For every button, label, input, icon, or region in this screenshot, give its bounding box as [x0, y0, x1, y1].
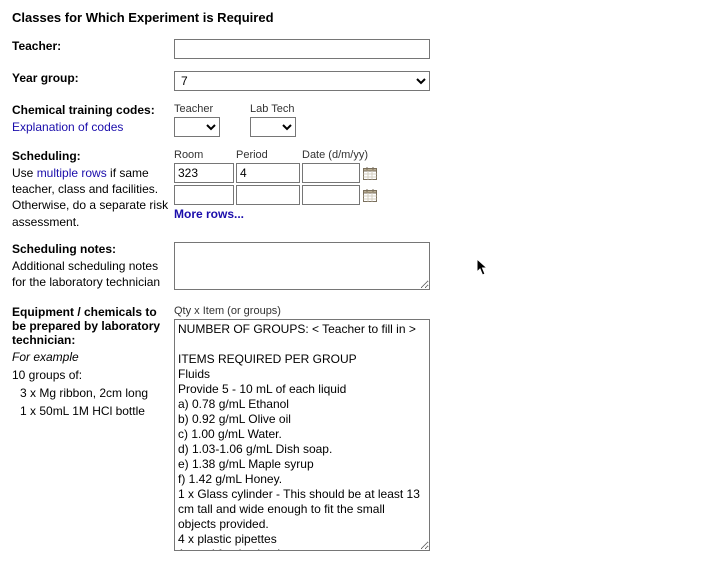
training-codes-row: Chemical training codes: Explanation of …	[12, 103, 696, 137]
col-period-label: Period	[236, 149, 302, 161]
room-input[interactable]	[174, 185, 234, 205]
notes-label: Scheduling notes:	[12, 242, 174, 256]
codes-labtech-label: Lab Tech	[250, 103, 296, 115]
period-input[interactable]	[236, 163, 300, 183]
room-input[interactable]	[174, 163, 234, 183]
scheduling-label: Scheduling:	[12, 149, 174, 163]
codes-teacher-select[interactable]	[174, 117, 220, 137]
codes-teacher-label: Teacher	[174, 103, 220, 115]
explanation-link[interactable]: Explanation of codes	[12, 120, 123, 134]
scheduling-row-2	[174, 185, 696, 205]
more-rows-link[interactable]: More rows...	[174, 207, 244, 221]
col-room-label: Room	[174, 149, 236, 161]
scheduling-header: Room Period Date (d/m/yy)	[174, 149, 696, 161]
year-group-label: Year group:	[12, 71, 79, 85]
notes-hint: Additional scheduling notes for the labo…	[12, 258, 174, 290]
notes-row: Scheduling notes: Additional scheduling …	[12, 242, 696, 293]
teacher-input[interactable]	[174, 39, 430, 59]
equipment-row: Equipment / chemicals to be prepared by …	[12, 305, 696, 554]
scheduling-row-1	[174, 163, 696, 183]
codes-labtech-select[interactable]	[250, 117, 296, 137]
equipment-example-line1: 10 groups of:	[12, 367, 174, 383]
teacher-row: Teacher:	[12, 39, 696, 59]
notes-textarea[interactable]	[174, 242, 430, 290]
equipment-example-label: For example	[12, 349, 174, 365]
scheduling-row: Scheduling: Use multiple rows if same te…	[12, 149, 696, 230]
training-codes-label: Chemical training codes:	[12, 103, 174, 117]
page-title: Classes for Which Experiment is Required	[12, 10, 696, 25]
equipment-label: Equipment / chemicals to be prepared by …	[12, 305, 174, 347]
equipment-textarea[interactable]	[174, 319, 430, 551]
period-input[interactable]	[236, 185, 300, 205]
teacher-label: Teacher:	[12, 39, 61, 53]
date-input[interactable]	[302, 163, 360, 183]
scheduling-hint: Use multiple rows if same teacher, class…	[12, 165, 174, 230]
multiple-rows-link[interactable]: multiple rows	[37, 166, 107, 180]
year-group-select[interactable]: 7	[174, 71, 430, 91]
col-date-label: Date (d/m/yy)	[302, 149, 382, 161]
year-group-row: Year group: 7	[12, 71, 696, 91]
equipment-example-line3: 1 x 50mL 1M HCl bottle	[12, 403, 174, 419]
equipment-example-line2: 3 x Mg ribbon, 2cm long	[12, 385, 174, 401]
equipment-hint: Qty x Item (or groups)	[174, 305, 696, 317]
date-input[interactable]	[302, 185, 360, 205]
calendar-icon[interactable]	[363, 166, 377, 180]
calendar-icon[interactable]	[363, 188, 377, 202]
